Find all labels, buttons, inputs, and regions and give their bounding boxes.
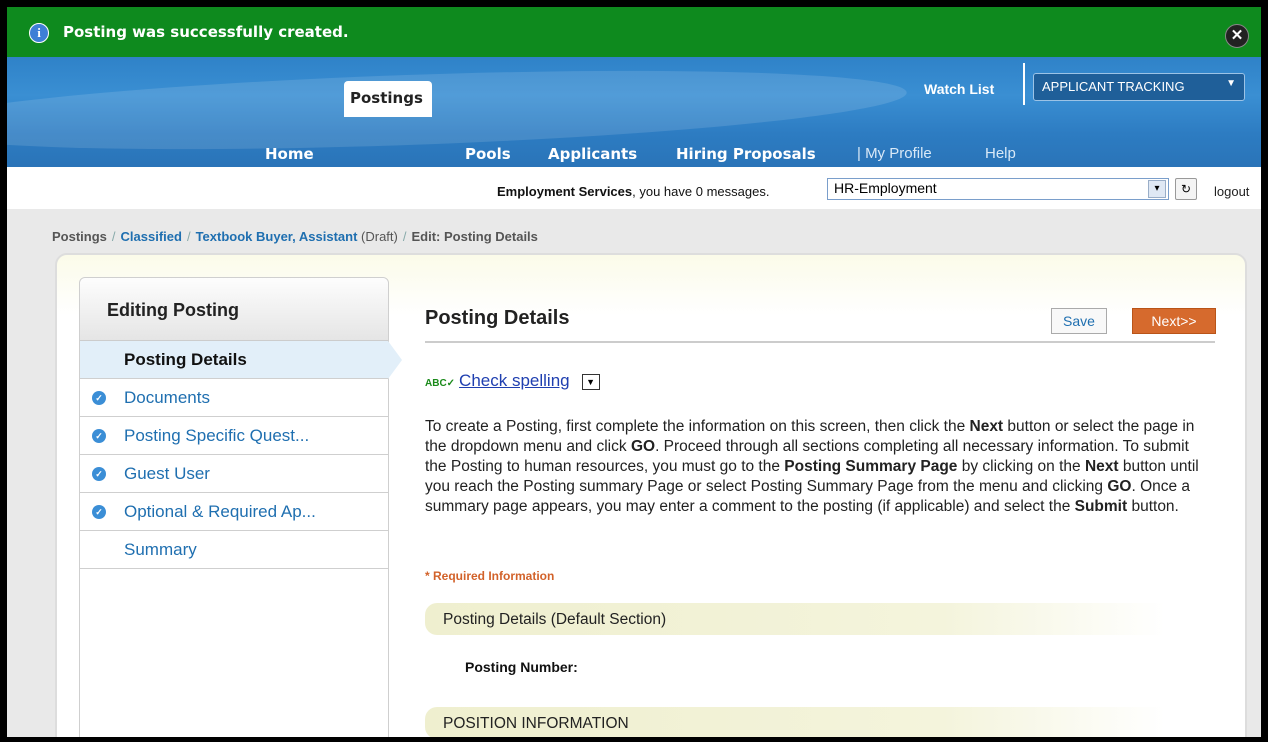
- sidebar-item-posting-details[interactable]: Posting Details: [80, 341, 402, 379]
- instr-bold: Posting Summary Page: [784, 458, 958, 475]
- instr-bold: Next: [1084, 458, 1119, 475]
- section-posting-details: Posting Details (Default Section): [425, 603, 1165, 635]
- sidebar-header: Editing Posting: [80, 278, 388, 341]
- chevron-down-icon: ▾: [1148, 180, 1166, 198]
- header-divider: [1023, 63, 1025, 105]
- watch-list-link[interactable]: Watch List: [924, 81, 994, 97]
- check-circle-icon: ✓: [92, 391, 106, 405]
- spellcheck: ABC✓ Check spelling ▼: [425, 371, 600, 391]
- sidebar-title: Editing Posting: [107, 300, 239, 320]
- next-button[interactable]: Next>>: [1132, 308, 1216, 334]
- required-info-note: * Required Information: [425, 569, 555, 583]
- sidebar-item-label: Guest User: [124, 464, 210, 483]
- instr-bold: Submit: [1074, 498, 1128, 515]
- main-nav: Home Pools Applicants Hiring Proposals |…: [7, 137, 1261, 167]
- sidebar-item-label: Posting Specific Quest...: [124, 426, 310, 445]
- nav-hiring-proposals[interactable]: Hiring Proposals: [676, 145, 816, 163]
- sidebar-item-guest-user[interactable]: ✓ Guest User: [80, 455, 388, 493]
- main-card: Editing Posting Posting Details ✓ Docume…: [55, 253, 1247, 737]
- breadcrumb-posting[interactable]: Textbook Buyer, Assistant: [196, 229, 358, 244]
- nav-pools[interactable]: Pools: [465, 145, 511, 163]
- breadcrumb-separator: /: [402, 229, 407, 244]
- instr-text: To create a Posting, first complete the …: [425, 418, 970, 435]
- breadcrumb-root[interactable]: Postings: [52, 229, 107, 244]
- sidebar-item-documents[interactable]: ✓ Documents: [80, 379, 388, 417]
- breadcrumb-separator: /: [186, 229, 191, 244]
- nav-my-profile[interactable]: | My Profile: [857, 145, 932, 162]
- section-position-information: POSITION INFORMATION: [425, 707, 1165, 737]
- check-spelling-link[interactable]: Check spelling: [459, 371, 570, 390]
- breadcrumb-classified[interactable]: Classified: [121, 229, 182, 244]
- breadcrumb: Postings / Classified / Textbook Buyer, Assi…: [52, 229, 538, 244]
- instr-text: button.: [1127, 498, 1179, 515]
- sidebar-item-label: Posting Details: [124, 350, 247, 369]
- instr-bold: GO: [1107, 478, 1132, 495]
- nav-postings-label: Postings: [350, 89, 423, 107]
- title-divider: [425, 341, 1215, 343]
- instr-text: by clicking on the: [957, 458, 1085, 475]
- close-icon[interactable]: ✕: [1225, 24, 1249, 48]
- instructions: To create a Posting, first complete the …: [425, 417, 1205, 517]
- nav-postings[interactable]: Postings: [344, 81, 432, 117]
- sidebar-item-label: Summary: [124, 540, 197, 559]
- save-button[interactable]: Save: [1051, 308, 1107, 334]
- nav-applicants[interactable]: Applicants: [548, 145, 637, 163]
- sidebar-item-posting-specific-questions[interactable]: ✓ Posting Specific Quest...: [80, 417, 388, 455]
- app-window: i Posting was successfully created. ✕ Wa…: [7, 7, 1261, 737]
- app-selector[interactable]: APPLICANT TRACKING ▼: [1033, 73, 1245, 101]
- user-bar: Employment Services, you have 0 messages…: [7, 167, 1261, 209]
- refresh-icon[interactable]: ↻: [1175, 178, 1197, 200]
- check-circle-icon: ✓: [92, 505, 106, 519]
- nav-home[interactable]: Home: [265, 145, 314, 163]
- nav-help[interactable]: Help: [985, 145, 1016, 162]
- user-name: Employment Services: [497, 184, 633, 199]
- instr-bold: Next: [969, 418, 1004, 435]
- breadcrumb-current: Edit: Posting Details: [411, 229, 538, 244]
- breadcrumb-status: (Draft): [361, 229, 398, 244]
- messages-count-text: , you have 0 messages.: [632, 184, 770, 199]
- info-icon: i: [29, 23, 49, 43]
- posting-number-label: Posting Number:: [465, 659, 578, 675]
- sidebar: Editing Posting Posting Details ✓ Docume…: [79, 277, 402, 737]
- department-select[interactable]: HR-Employment ▾: [827, 178, 1169, 200]
- chevron-down-icon: ▼: [1226, 78, 1236, 89]
- section-title: Posting Details (Default Section): [443, 611, 667, 628]
- check-circle-icon: ✓: [92, 467, 106, 481]
- header: Watch List APPLICANT TRACKING ▼ Home Poo…: [7, 57, 1261, 167]
- messages-text: Employment Services, you have 0 messages…: [497, 184, 769, 199]
- sidebar-item-summary[interactable]: Summary: [80, 531, 388, 569]
- breadcrumb-separator: /: [111, 229, 116, 244]
- notification-bar: i Posting was successfully created. ✕: [7, 7, 1261, 57]
- page-title: Posting Details: [425, 307, 570, 329]
- spellcheck-dropdown-icon[interactable]: ▼: [581, 373, 600, 390]
- sidebar-item-label: Documents: [124, 388, 210, 407]
- logout-link[interactable]: logout: [1214, 184, 1249, 199]
- app-selector-label: APPLICANT TRACKING: [1042, 79, 1185, 94]
- spellcheck-icon: ABC✓: [425, 378, 456, 389]
- sidebar-item-optional-required-applicant-documents[interactable]: ✓ Optional & Required Ap...: [80, 493, 388, 531]
- department-value: HR-Employment: [834, 180, 937, 196]
- check-circle-icon: ✓: [92, 429, 106, 443]
- instr-bold: GO: [630, 438, 656, 455]
- section-title: POSITION INFORMATION: [443, 715, 629, 732]
- notification-message: Posting was successfully created.: [63, 23, 349, 41]
- sidebar-item-label: Optional & Required Ap...: [124, 502, 316, 521]
